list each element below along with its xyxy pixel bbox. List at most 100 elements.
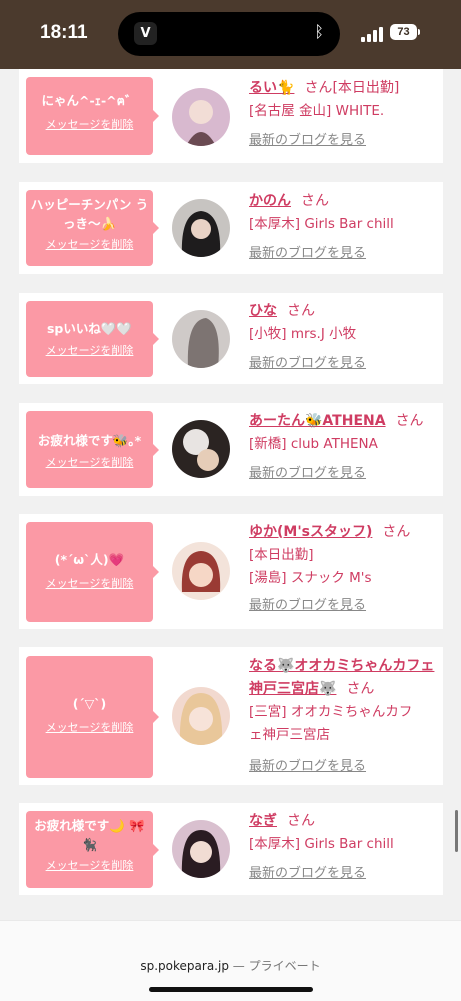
avatar-photo [172,820,230,878]
avatar-photo [172,542,230,600]
message-bubble: お疲れ様です🌙 🎀🐈‍⬛ メッセージを削除 [26,811,159,888]
cast-info: ひな さん [小牧] mrs.J 小牧 最新のブログを見る [249,300,439,371]
message-card: にゃん^-ｪ-^ฅ゛ メッセージを削除 るい🐈 さん[本日出勤] [名古屋 金山]… [19,69,443,163]
blog-link[interactable]: 最新のブログを見る [249,129,439,148]
shop-line: [小牧] mrs.J 小牧 [249,326,357,342]
message-text: (*´ω`人)💗 [54,552,125,567]
message-card: (*´ω`人)💗 メッセージを削除 ゆか(M'sスタッフ) さん [本日出勤] [… [19,514,443,629]
shop-line: [本厚木] Girls Bar chill [249,836,394,852]
avatar[interactable] [172,687,230,745]
bluetooth-icon: ᛒ [314,22,324,41]
blog-link[interactable]: 最新のブログを見る [249,755,439,774]
delete-message-link[interactable]: メッセージを削除 [26,116,153,132]
san-label: さん [382,524,411,540]
cast-name-link[interactable]: あーたん🐝ATHENA [249,413,386,429]
avatar[interactable] [172,420,230,478]
san-label: さん [346,681,375,697]
cast-name-link[interactable]: なる🐺オオカミちゃんカフェ神戸三宮店🐺 [249,658,434,697]
shop-line: [本日出勤] [249,547,314,563]
san-label: さん [304,80,333,96]
browser-bottom-bar: sp.pokepara.jp — プライベート [0,920,461,1001]
signal-icon [361,26,383,42]
blog-link[interactable]: 最新のブログを見る [249,352,439,371]
delete-message-link[interactable]: メッセージを削除 [26,575,153,591]
battery-tip [418,29,420,35]
name-line: ゆか(M'sスタッフ) さん [249,521,439,544]
name-line: あーたん🐝ATHENA さん [249,410,439,433]
dynamic-island: V ᛒ [118,12,340,56]
shop-line: [本厚木] Girls Bar chill [249,216,394,232]
message-text: (´▽`) [72,696,107,711]
message-text: お疲れ様です🐝｡* [37,433,142,448]
cast-info: るい🐈 さん[本日出勤] [名古屋 金山] WHITE. 最新のブログを見る [249,77,439,148]
clock: 18:11 [40,22,88,43]
message-card: spいいね🤍🤍 メッセージを削除 ひな さん [小牧] mrs.J 小牧 最新のブ… [19,293,443,384]
delete-message-link[interactable]: メッセージを削除 [26,236,153,252]
message-text: ハッピーチンパン うっき〜🍌 [30,197,149,231]
message-bubble: にゃん^-ｪ-^ฅ゛ メッセージを削除 [26,77,159,155]
status-bar: 18:11 V ᛒ 73 [0,0,461,69]
blog-link[interactable]: 最新のブログを見る [249,242,439,261]
avatar[interactable] [172,542,230,600]
cast-info: あーたん🐝ATHENA さん [新橋] club ATHENA 最新のブログを見る [249,410,439,481]
avatar-photo [172,687,230,745]
app-icon: V [134,22,157,45]
avatar[interactable] [172,310,230,368]
name-line: なる🐺オオカミちゃんカフェ神戸三宮店🐺 さん [249,655,439,701]
cast-name-link[interactable]: るい🐈 [249,80,294,96]
shop-line: [新橋] club ATHENA [249,436,378,452]
message-card: お疲れ様です🐝｡* メッセージを削除 あーたん🐝ATHENA さん [新橋] cl… [19,403,443,496]
blog-link[interactable]: 最新のブログを見る [249,862,439,881]
shop-line: ェ神戸三宮店 [249,727,330,743]
avatar-photo [172,420,230,478]
blog-link[interactable]: 最新のブログを見る [249,462,439,481]
battery-icon: 73 [390,24,417,40]
message-bubble: ハッピーチンパン うっき〜🍌 メッセージを削除 [26,190,159,266]
shop-line: [三宮] オオカミちゃんカフ [249,704,413,720]
cast-name-link[interactable]: ひな [249,303,277,319]
san-label: さん [301,193,329,209]
message-text: spいいね🤍🤍 [46,321,133,336]
delete-message-link[interactable]: メッセージを削除 [26,342,153,358]
address-bar[interactable]: sp.pokepara.jp — プライベート [0,957,461,974]
url-text: sp.pokepara.jp [140,959,229,973]
message-text: お疲れ様です🌙 🎀🐈‍⬛ [34,818,145,852]
blog-link[interactable]: 最新のブログを見る [249,594,439,613]
cast-info: ゆか(M'sスタッフ) さん [本日出勤] [湯島] スナック M's 最新のブロ… [249,521,439,613]
shop-line: [湯島] スナック M's [249,570,372,586]
avatar-photo [172,199,230,257]
name-line: るい🐈 さん[本日出勤] [249,77,439,100]
cast-info: かのん さん [本厚木] Girls Bar chill 最新のブログを見る [249,190,439,261]
message-bubble: お疲れ様です🐝｡* メッセージを削除 [26,411,159,488]
san-label: さん [287,813,315,829]
avatar-photo [172,310,230,368]
cast-info: なる🐺オオカミちゃんカフェ神戸三宮店🐺 さん [三宮] オオカミちゃんカフ ェ神戸… [249,655,439,774]
cast-name-link[interactable]: ゆか(M'sスタッフ) [249,524,372,540]
shop-line: [名古屋 金山] WHITE. [249,103,385,119]
home-indicator[interactable] [149,987,313,992]
avatar[interactable] [172,88,230,146]
message-bubble: spいいね🤍🤍 メッセージを削除 [26,301,159,377]
san-label: さん [395,413,424,429]
avatar[interactable] [172,820,230,878]
cast-name-link[interactable]: かのん [249,193,291,209]
message-text: にゃん^-ｪ-^ฅ゛ [41,93,138,108]
scrollbar[interactable] [455,810,458,852]
message-bubble: (*´ω`人)💗 メッセージを削除 [26,522,159,622]
delete-message-link[interactable]: メッセージを削除 [26,857,153,873]
avatar[interactable] [172,199,230,257]
shop-line: [本日出勤] [332,80,400,96]
delete-message-link[interactable]: メッセージを削除 [26,719,153,735]
message-list[interactable]: にゃん^-ｪ-^ฅ゛ メッセージを削除 るい🐈 さん[本日出勤] [名古屋 金山]… [0,69,461,920]
private-mode-label: プライベート [248,959,321,973]
avatar-photo [172,88,230,146]
url-separator: — [232,959,245,973]
cast-info: なぎ さん [本厚木] Girls Bar chill 最新のブログを見る [249,810,439,881]
message-card: (´▽`) メッセージを削除 なる🐺オオカミちゃんカフェ神戸三宮店🐺 さん [三宮… [19,647,443,785]
cast-name-link[interactable]: なぎ [249,813,277,829]
delete-message-link[interactable]: メッセージを削除 [26,454,153,470]
san-label: さん [287,303,315,319]
message-bubble: (´▽`) メッセージを削除 [26,656,159,778]
name-line: ひな さん [249,300,439,323]
message-card: お疲れ様です🌙 🎀🐈‍⬛ メッセージを削除 なぎ さん [本厚木] Girls B… [19,803,443,895]
